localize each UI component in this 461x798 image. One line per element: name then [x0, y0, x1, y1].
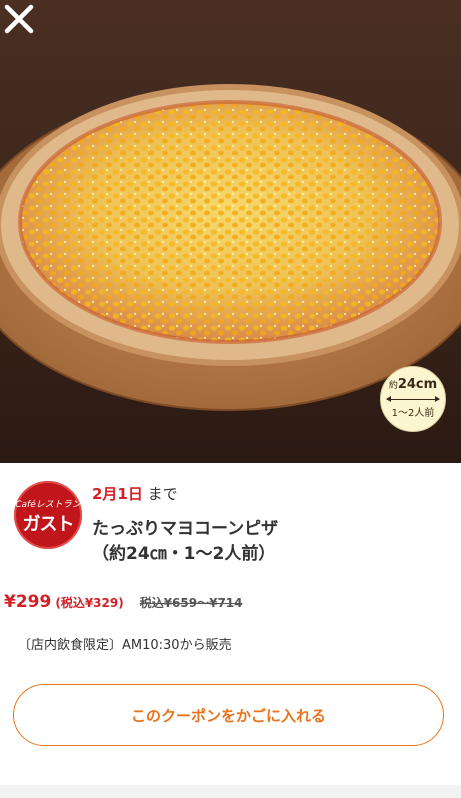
coupon-title-line2: （約24㎝・1〜2人前）	[92, 544, 276, 564]
size-badge-servings: 1〜2人前	[391, 408, 435, 419]
size-badge-size: 約24cm	[388, 377, 438, 392]
close-icon[interactable]	[0, 0, 38, 38]
coupon-deadline: 2月1日 まで	[92, 483, 178, 504]
price-row: ¥299 (税込¥329) 税込¥659〜¥714	[4, 592, 243, 612]
brand-logo: Caféレストラン ガスト	[14, 481, 82, 549]
regular-price: 税込¥659〜¥714	[139, 596, 243, 610]
coupon-card: Caféレストラン ガスト 2月1日 まで たっぷりマヨコーンピザ （約24㎝・…	[0, 463, 461, 785]
deadline-suffix: まで	[142, 485, 178, 503]
brand-logo-line1: Caféレストラン	[15, 500, 81, 510]
availability-note: 〔店内飲食限定〕AM10:30から販売	[18, 638, 232, 653]
coupon-title-line1: たっぷりマヨコーンピザ	[92, 519, 279, 539]
size-badge: 約24cm 1〜2人前	[380, 366, 446, 432]
coupon-title: たっぷりマヨコーンピザ （約24㎝・1〜2人前）	[92, 517, 278, 567]
brand-logo-line2: ガスト	[22, 514, 75, 535]
pizza-photo: 約24cm 1〜2人前	[0, 0, 461, 463]
deadline-date: 2月1日	[92, 485, 143, 503]
add-to-cart-button[interactable]: このクーポンをかごに入れる	[13, 684, 444, 746]
size-arrow	[386, 396, 440, 402]
coupon-price: ¥299	[4, 592, 52, 612]
coupon-price-tax-included: (税込¥329)	[55, 596, 124, 610]
